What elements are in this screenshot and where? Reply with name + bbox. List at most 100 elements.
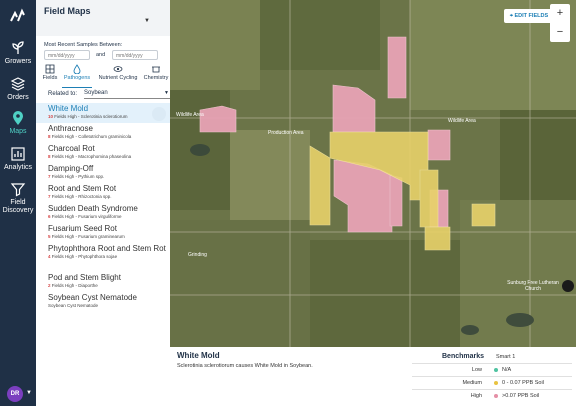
pathogen-count: 4 — [48, 254, 51, 259]
panel-dropdown-caret-icon[interactable]: ▼ — [144, 18, 150, 24]
pathogen-name: Root and Stem Rot — [48, 184, 117, 193]
edit-location-icon: ⌖ — [509, 13, 513, 19]
pathogen-detail: 7 Fields High - Rhizoctonia spp. — [48, 194, 170, 200]
pathogen-detail: 2 Fields High - Diaporthe — [48, 283, 170, 289]
app-logo-icon[interactable] — [8, 6, 28, 26]
growers-icon — [12, 41, 24, 54]
nav-growers-label: Growers — [4, 58, 32, 65]
pathogen-name: Pod and Stem Blight — [48, 273, 121, 282]
list-item[interactable]: Root and Stem Rot 7 Fields High - Rhizoc… — [36, 183, 170, 203]
nav-field-discovery-label: Field Discovery — [2, 199, 34, 214]
pathogen-name: Fusarium Seed Rot — [48, 224, 117, 233]
pathogen-subtext: Fields High - Colletotrichum graminicola — [51, 134, 132, 139]
date-to-input[interactable]: mm/dd/yyyy — [112, 50, 158, 60]
benchmark-dot-low — [494, 368, 498, 372]
list-item[interactable]: Fusarium Seed Rot 5 Fields High - Fusari… — [36, 223, 170, 243]
list-item[interactable]: Phytophthora Root and Stem Rot 4 Fields … — [36, 243, 170, 272]
analytics-icon — [11, 147, 25, 161]
pathogen-subtext: Fields High - Pythium spp. — [51, 174, 105, 179]
pathogen-subtext: Fields High - Macrophomina phaseolina — [51, 154, 132, 159]
related-crop-value: Soybean — [84, 90, 108, 96]
pathogen-name: Sudden Death Syndrome — [48, 204, 138, 213]
tab-nutrient-cycling[interactable]: Nutrient Cycling — [95, 64, 141, 81]
fields-grid-icon — [45, 64, 55, 74]
pathogen-name: Phytophthora Root and Stem Rot — [48, 244, 166, 253]
pathogen-detail: Soybean Cyst Nematode — [48, 303, 170, 309]
pathogen-detail: 4 Fields High - Phytophthora sojae — [48, 254, 170, 260]
avatar[interactable]: DR — [7, 386, 23, 402]
pathogen-detail: 7 Fields High - Pythium spp. — [48, 174, 170, 180]
map-label-wildlife-1: Wildlife Area — [176, 112, 204, 118]
zoom-out-button[interactable]: − — [550, 23, 570, 42]
list-item[interactable]: Anthracnose 8 Fields High - Colletotrich… — [36, 123, 170, 143]
pathogen-list: White Mold 10 Fields High - Sclerotinia … — [36, 103, 170, 312]
benchmark-row-low: Low N/A — [412, 363, 572, 376]
list-item[interactable]: Charcoal Rot 8 Fields High - Macrophomin… — [36, 143, 170, 163]
pathogen-name: Anthracnose — [48, 124, 93, 133]
benchmark-value: N/A — [502, 367, 512, 373]
tab-fields[interactable]: Fields — [40, 64, 60, 81]
samples-label: Most Recent Samples Between: — [44, 42, 123, 48]
pathogen-detail: 8 Fields High - Macrophomina phaseolina — [48, 154, 170, 160]
nav-maps-label: Maps — [9, 128, 27, 135]
pathogen-count: 5 — [48, 234, 51, 239]
orders-icon — [10, 77, 26, 91]
list-item[interactable]: Sudden Death Syndrome 6 Fields High - Fu… — [36, 203, 170, 223]
benchmark-value: >0.07 PPB Soil — [502, 393, 540, 399]
pathogen-name: Soybean Cyst Nematode — [48, 293, 137, 302]
tab-fields-label: Fields — [42, 75, 58, 81]
list-item[interactable]: Damping-Off 7 Fields High - Pythium spp. — [36, 163, 170, 183]
map-label-production: Production Area — [268, 130, 304, 136]
related-label: Related to: — [48, 91, 78, 97]
nav-analytics[interactable]: Analytics — [0, 146, 36, 172]
nav-maps[interactable]: Maps — [0, 110, 36, 136]
flask-icon — [152, 66, 160, 73]
pathogen-subtext: Fields High - Fusarium virguliforme — [51, 214, 122, 219]
benchmark-level: Medium — [462, 380, 482, 386]
tab-pathogens[interactable]: Pathogens — [60, 64, 94, 81]
droplet-icon — [73, 64, 81, 74]
left-nav: Growers Orders Maps Analytics Field Disc… — [0, 0, 36, 406]
info-title: White Mold — [177, 351, 220, 360]
panel-header: Field Maps ▼ — [36, 0, 170, 36]
filter-icon — [10, 183, 26, 197]
tab-chemistry[interactable]: Chemistry — [142, 64, 170, 81]
field-maps-panel: Field Maps ▼ Most Recent Samples Between… — [36, 0, 172, 406]
pathogen-subtext: Soybean Cyst Nematode — [48, 303, 99, 308]
satellite-map[interactable]: Wildlife Area Production Area Wildlife A… — [170, 0, 576, 347]
pathogen-detail: 5 Fields High - Fusarium graminearum — [48, 234, 170, 240]
pathogen-count: 7 — [48, 194, 51, 199]
avatar-caret-icon[interactable]: ▼ — [26, 390, 32, 396]
list-item[interactable]: Pod and Stem Blight 2 Fields High - Diap… — [36, 272, 170, 292]
tab-chemistry-label: Chemistry — [143, 75, 169, 81]
map-label-grinding: Grinding — [188, 252, 207, 258]
zoom-controls: + − — [550, 4, 570, 42]
compass-icon[interactable] — [562, 280, 574, 292]
pathogen-info-panel: White Mold Sclerotinia sclerotiorum caus… — [170, 347, 576, 406]
pathogen-name: Charcoal Rot — [48, 144, 95, 153]
map-label-church: Sunburg Free Lutheran Church — [507, 280, 559, 292]
benchmark-row-medium: Medium 0 - 0.07 PPB Soil — [412, 376, 572, 389]
zoom-in-button[interactable]: + — [550, 4, 570, 23]
list-item[interactable]: White Mold 10 Fields High - Sclerotinia … — [36, 103, 170, 123]
pathogen-subtext: Fields High - Fusarium graminearum — [51, 234, 125, 239]
edit-fields-label: EDIT FIELDS — [514, 13, 549, 19]
nav-field-discovery[interactable]: Field Discovery — [0, 181, 36, 215]
pathogen-count: 8 — [48, 134, 51, 139]
info-description: Sclerotinia sclerotiorum causes White Mo… — [177, 363, 313, 369]
panel-tabs: Fields Pathogens Nutrient Cycling Chemis… — [40, 64, 168, 88]
related-crop-select[interactable]: Soybean ▼ — [84, 89, 172, 99]
benchmark-level: High — [470, 393, 482, 399]
panel-title: Field Maps — [44, 6, 91, 16]
benchmark-value: 0 - 0.07 PPB Soil — [502, 380, 544, 386]
nav-growers[interactable]: Growers — [0, 40, 36, 66]
date-from-input[interactable]: mm/dd/yyyy — [44, 50, 90, 60]
nav-orders[interactable]: Orders — [0, 76, 36, 102]
scroll-indicator — [152, 107, 166, 121]
edit-fields-button[interactable]: ⌖ EDIT FIELDS — [504, 9, 554, 23]
pathogen-subtext: Fields High - Rhizoctonia spp. — [51, 194, 112, 199]
benchmarks-heading: Benchmarks — [442, 353, 485, 360]
map-canvas — [170, 0, 576, 347]
eye-icon — [113, 66, 123, 72]
list-item[interactable]: Soybean Cyst Nematode Soybean Cyst Nemat… — [36, 292, 170, 312]
